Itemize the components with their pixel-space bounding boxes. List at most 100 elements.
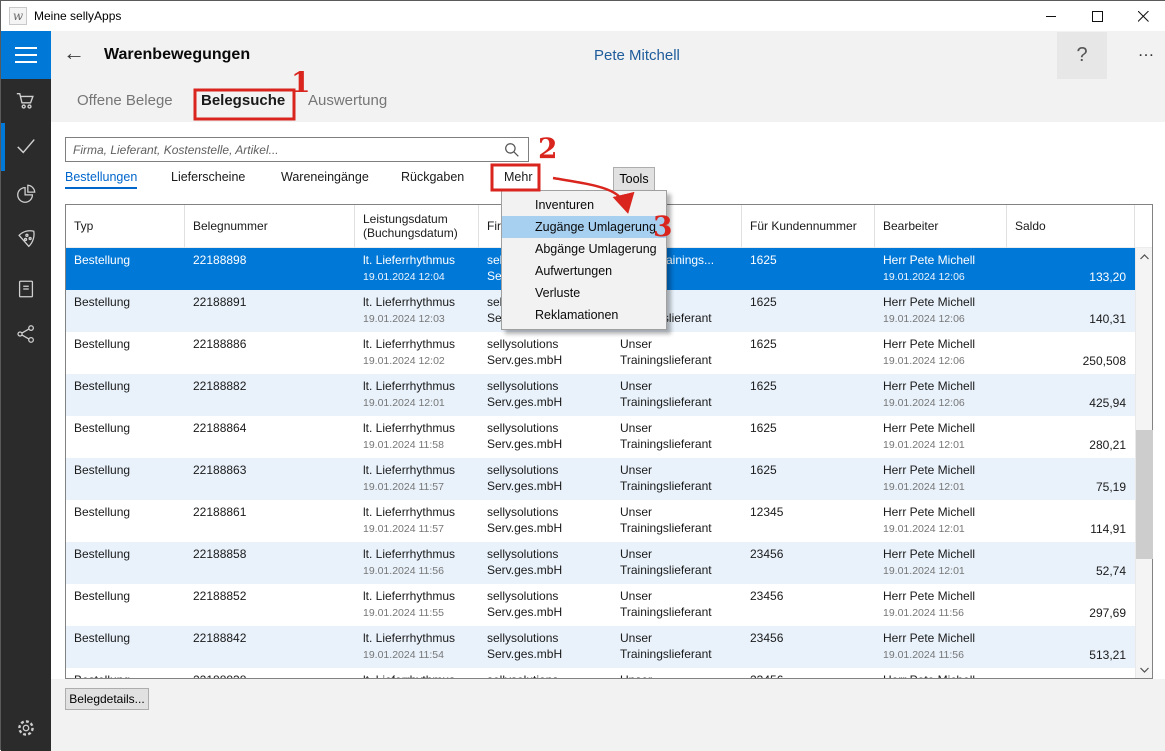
cell: 250,508 [1007, 332, 1135, 374]
chevron-up-icon [1140, 254, 1149, 260]
user-name-link[interactable]: Pete Mitchell [594, 47, 680, 64]
column-header-3[interactable]: Leistungsdatum (Buchungsdatum) [355, 205, 479, 248]
page-header: ← Warenbewegungen Pete Mitchell ? … Offe… [51, 31, 1165, 122]
column-header-1[interactable]: Typ [66, 205, 185, 248]
saldo-value: 140,31 [1089, 311, 1126, 327]
table-row[interactable]: Bestellung22188858lt. Lieferrhythmus19.0… [66, 542, 1135, 584]
cell: 1625 [742, 332, 875, 374]
column-header-6[interactable]: Für Kundennummer [742, 205, 875, 248]
cell: UnserTrainingslieferant [612, 500, 742, 542]
cell: 52,74 [1007, 542, 1135, 584]
cell: 280,21 [1007, 416, 1135, 458]
cell: 22188842 [185, 626, 355, 668]
search-icon[interactable] [503, 141, 521, 159]
help-button[interactable]: ? [1057, 32, 1107, 79]
cell: Bestellung [66, 248, 185, 290]
cell: 22188864 [185, 416, 355, 458]
cell: 1625 [742, 290, 875, 332]
saldo-value: 52,74 [1096, 563, 1126, 579]
document-details-button[interactable]: Belegdetails... [65, 688, 149, 710]
cell: Bestellung [66, 332, 185, 374]
cell: Bestellung [66, 542, 185, 584]
cell: 133,20 [1007, 248, 1135, 290]
saldo-value: 114,91 [1090, 521, 1126, 537]
subtab-wareneing-nge[interactable]: Wareneingänge [281, 170, 369, 184]
cell: 425,94 [1007, 374, 1135, 416]
cell: Herr Pete Michell19.01.2024 12:01 [875, 458, 1007, 500]
pie-chart-icon[interactable] [15, 183, 37, 205]
cart-icon[interactable] [15, 90, 37, 112]
column-header-filler [1135, 205, 1152, 248]
cell: Bestellung [66, 668, 185, 678]
saldo-value: 250,508 [1083, 353, 1126, 369]
subtab-lieferscheine[interactable]: Lieferscheine [171, 170, 245, 184]
table-row[interactable]: Bestellung22188882lt. Lieferrhythmus19.0… [66, 374, 1135, 416]
active-nav-indicator [1, 123, 5, 171]
cell: 22188861 [185, 500, 355, 542]
footer-bar: Belegdetails... [51, 679, 1165, 751]
cell: lt. Lieferrhythmus19.01.2024 12:02 [355, 332, 479, 374]
vertical-scrollbar[interactable] [1135, 248, 1152, 678]
checkmark-icon[interactable] [15, 135, 37, 157]
cell: Herr Pete Michell [875, 668, 1007, 678]
table-row[interactable]: Bestellung22188863lt. Lieferrhythmus19.0… [66, 458, 1135, 500]
table-row[interactable]: Bestellung22188842lt. Lieferrhythmus19.0… [66, 626, 1135, 668]
menu-item-1[interactable]: Inventuren [502, 194, 666, 216]
menu-item-6[interactable]: Reklamationen [502, 304, 666, 326]
cell: lt. Lieferrhythmus [355, 668, 479, 678]
cell: UnserTrainingslieferant [612, 584, 742, 626]
book-icon[interactable] [15, 278, 37, 300]
column-header-7[interactable]: Bearbeiter [875, 205, 1007, 248]
scroll-up-button[interactable] [1136, 248, 1153, 265]
cell: 1625 [742, 248, 875, 290]
cell: lt. Lieferrhythmus19.01.2024 11:57 [355, 458, 479, 500]
cell: lt. Lieferrhythmus19.01.2024 11:58 [355, 416, 479, 458]
maximize-icon [1092, 11, 1103, 22]
table-row[interactable]: Bestellung22188864lt. Lieferrhythmus19.0… [66, 416, 1135, 458]
search-box [65, 137, 529, 162]
cell: sellysolutionsServ.ges.mbH [479, 584, 612, 626]
share-network-icon[interactable] [15, 323, 37, 345]
app-logo-icon: w [9, 7, 27, 25]
cell: 22188898 [185, 248, 355, 290]
subtab-r-ckgaben[interactable]: Rückgaben [401, 170, 464, 184]
close-icon [1138, 11, 1149, 22]
menu-item-4[interactable]: Aufwertungen [502, 260, 666, 282]
minimize-button[interactable] [1028, 1, 1074, 31]
pizza-slice-icon[interactable] [15, 228, 37, 250]
cell: 23456 [742, 668, 875, 678]
more-options-button[interactable]: … [1129, 41, 1165, 71]
subtab-mehr[interactable]: Mehr [504, 170, 532, 184]
back-button[interactable]: ← [63, 40, 85, 66]
hamburger-menu-button[interactable] [1, 31, 51, 79]
cell: lt. Lieferrhythmus19.01.2024 12:01 [355, 374, 479, 416]
scrollbar-thumb[interactable] [1136, 430, 1153, 559]
tab-offene-belege[interactable]: Offene Belege [77, 92, 173, 109]
title-bar: w Meine sellyApps [1, 1, 1165, 31]
cell: lt. Lieferrhythmus19.01.2024 11:56 [355, 542, 479, 584]
tab-auswertung[interactable]: Auswertung [308, 92, 387, 109]
menu-item-2[interactable]: Zugänge Umlagerung [502, 216, 666, 238]
table-row[interactable]: Bestellung22188861lt. Lieferrhythmus19.0… [66, 500, 1135, 542]
cell: 22188882 [185, 374, 355, 416]
search-input[interactable] [66, 138, 528, 161]
cell: Bestellung [66, 626, 185, 668]
close-button[interactable] [1120, 1, 1165, 31]
tools-button[interactable]: Tools [613, 167, 655, 191]
table-row[interactable]: Bestellung22188886lt. Lieferrhythmus19.0… [66, 332, 1135, 374]
table-row[interactable]: Bestellung22188838lt. Lieferrhythmussell… [66, 668, 1135, 678]
column-header-8[interactable]: Saldo [1007, 205, 1135, 248]
tab-belegsuche[interactable]: Belegsuche [201, 92, 285, 109]
scroll-down-button[interactable] [1136, 661, 1153, 678]
sidebar [1, 31, 51, 751]
column-header-2[interactable]: Belegnummer [185, 205, 355, 248]
cell: 23456 [742, 626, 875, 668]
cell: 22188886 [185, 332, 355, 374]
cell [1007, 668, 1135, 678]
subtab-bestellungen[interactable]: Bestellungen [65, 170, 137, 189]
menu-item-3[interactable]: Abgänge Umlagerung [502, 238, 666, 260]
settings-gear-icon[interactable] [15, 717, 37, 739]
table-row[interactable]: Bestellung22188852lt. Lieferrhythmus19.0… [66, 584, 1135, 626]
maximize-button[interactable] [1074, 1, 1120, 31]
menu-item-5[interactable]: Verluste [502, 282, 666, 304]
